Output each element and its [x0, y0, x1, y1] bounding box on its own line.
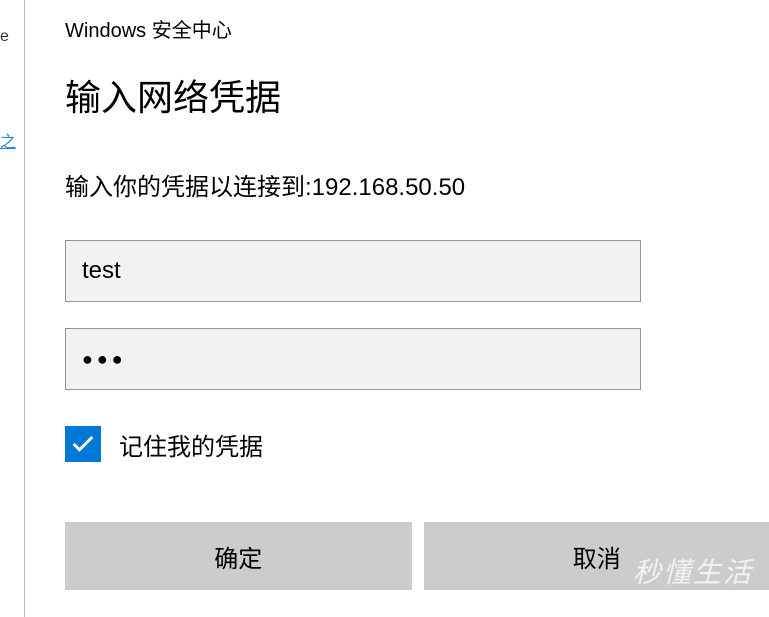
remember-label: 记住我的凭据: [119, 427, 263, 462]
cancel-button[interactable]: 取消: [424, 522, 769, 590]
username-input[interactable]: [65, 240, 641, 302]
remember-credentials-row: 记住我的凭据: [65, 426, 769, 462]
credentials-dialog: Windows 安全中心 输入网络凭据 输入你的凭据以连接到:192.168.5…: [24, 0, 769, 617]
window-title: Windows 安全中心: [65, 14, 769, 43]
dialog-buttons: 确定 取消: [65, 522, 769, 590]
ok-button[interactable]: 确定: [65, 522, 412, 590]
password-input[interactable]: [65, 328, 641, 390]
dialog-title: 输入网络凭据: [65, 69, 769, 121]
background-text-2: 之: [0, 128, 16, 152]
checkmark-icon: [69, 430, 97, 458]
background-text-1: e: [0, 28, 9, 46]
remember-checkbox[interactable]: [65, 426, 101, 462]
instruction-text: 输入你的凭据以连接到:192.168.50.50: [65, 167, 769, 202]
